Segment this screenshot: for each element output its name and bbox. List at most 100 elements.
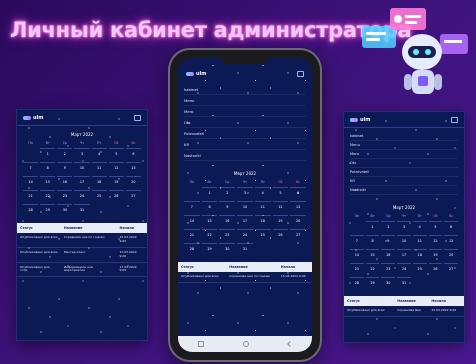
menu-item[interactable]: Kfl [350,177,458,186]
calendar-day[interactable]: 8 [365,235,380,246]
calendar-day[interactable]: 1 [40,148,56,159]
calendar-day[interactable]: 8 [201,201,218,212]
calendar-day[interactable]: 18 [254,215,271,226]
calendar-day[interactable]: 19 [272,215,289,226]
calendar-day[interactable]: 27 [290,229,306,240]
calendar-day[interactable]: 14 [23,176,39,187]
calendar-day[interactable]: 14 [350,249,364,260]
calendar-day[interactable]: 6 [444,221,458,232]
back-icon[interactable] [287,341,294,347]
column-header[interactable]: Название [394,296,429,306]
calendar-day[interactable]: 22 [365,263,380,274]
menu-icon[interactable] [134,114,141,121]
calendar-day[interactable]: 15 [201,215,218,226]
calendar-day[interactable]: 20 [444,249,458,260]
calendar-day[interactable]: 31 [397,277,411,288]
calendar-day[interactable]: 20 [290,215,306,226]
table-row[interactable]: Опубликовано для всех Мастер-класс 17.03.2… [17,247,147,263]
calendar-day[interactable]: 25 [254,229,271,240]
menu-icon[interactable] [451,116,458,123]
calendar-day[interactable]: 26 [108,190,124,201]
calendar-day[interactable]: 15 [40,176,56,187]
calendar-day[interactable]: 26 [272,229,289,240]
menu-item[interactable]: Otz [350,159,458,168]
column-header[interactable]: Начало [277,262,312,272]
menu-item[interactable]: kabinet [184,84,306,95]
calendar-day[interactable]: 1 [365,221,380,232]
calendar-day[interactable]: 29 [40,204,56,215]
calendar-day[interactable]: 2 [219,187,236,198]
calendar-day[interactable]: 10 [237,201,253,212]
calendar-day[interactable]: 15 [365,249,380,260]
menu-item[interactable]: Nastroiki [184,150,306,161]
column-header[interactable]: Статус [344,296,395,306]
calendar-day[interactable]: 11 [254,201,271,212]
calendar-day[interactable]: 28 [23,204,39,215]
calendar-day[interactable]: 26 [428,263,443,274]
calendar-day[interactable]: 9 [381,235,396,246]
calendar-day[interactable]: 18 [412,249,427,260]
calendar-day[interactable]: 19 [428,249,443,260]
menu-item[interactable]: Nastroiki [350,186,458,195]
calendar-day[interactable]: 10 [74,162,90,173]
calendar-day[interactable]: 20 [125,176,141,187]
calendar-day[interactable]: 27 [125,190,141,201]
calendar-day[interactable]: 17 [74,176,90,187]
calendar-day[interactable]: 23 [57,190,73,201]
calendar-day[interactable]: 24 [397,263,411,274]
table-row[interactable]: Опубликовано для всех Соревнова ние по го… [178,272,312,283]
calendar-day[interactable]: 10 [397,235,411,246]
calendar-day[interactable]: 2 [57,148,73,159]
calendar-day[interactable]: 4 [91,148,107,159]
brand-logo[interactable]: ulm [350,117,370,123]
calendar-day[interactable]: 19 [108,176,124,187]
calendar-day[interactable]: 2 [381,221,396,232]
home-icon[interactable] [242,341,249,347]
menu-item[interactable]: Polzovateli [184,128,306,139]
calendar-day[interactable]: 7 [184,201,200,212]
calendar-day[interactable]: 21 [184,229,200,240]
calendar-day[interactable]: 12 [108,162,124,173]
calendar-day[interactable]: 21 [23,190,39,201]
menu-item[interactable]: kabinet [350,132,458,141]
table-row[interactable]: Опубликовано для всех Соревнова ние 15.03.… [344,306,464,317]
calendar-day[interactable]: 16 [219,215,236,226]
menu-item[interactable]: Menu [184,95,306,106]
calendar-day[interactable]: 24 [74,190,90,201]
calendar-day[interactable]: 11 [91,162,107,173]
column-header[interactable]: Название [60,223,117,233]
calendar-day[interactable]: 14 [184,215,200,226]
calendar-day[interactable]: 7 [23,162,39,173]
table-row[interactable]: Опубликовано для сотр. Информацион ное ме… [17,262,147,278]
calendar-day[interactable]: 30 [381,277,396,288]
menu-item[interactable]: Mero [184,106,306,117]
calendar-day[interactable]: 3 [74,148,90,159]
calendar-day[interactable]: 25 [91,190,107,201]
calendar-day[interactable]: 5 [272,187,289,198]
calendar-day[interactable]: 29 [365,277,380,288]
calendar-day[interactable]: 6 [290,187,306,198]
calendar-day[interactable]: 13 [125,162,141,173]
calendar-day[interactable]: 16 [381,249,396,260]
calendar-day[interactable]: 1 [201,187,218,198]
calendar-day[interactable]: 9 [57,162,73,173]
calendar-day[interactable]: 30 [57,204,73,215]
table-row[interactable]: Опубликовано для всех Соревнова ние по го… [17,233,147,248]
calendar-day[interactable]: 9 [219,201,236,212]
calendar-day[interactable]: 24 [237,229,253,240]
calendar-day[interactable]: 11 [412,235,427,246]
menu-item[interactable]: Otz [184,117,306,128]
calendar-day[interactable]: 17 [397,249,411,260]
calendar-day[interactable]: 25 [412,263,427,274]
calendar-day[interactable]: 8 [40,162,56,173]
calendar-day[interactable]: 22 [40,190,56,201]
calendar-day[interactable]: 27 [444,263,458,274]
menu-item[interactable]: Mero [350,150,458,159]
calendar-day[interactable]: 3 [237,187,253,198]
menu-item[interactable]: Menu [350,141,458,150]
calendar-day[interactable]: 7 [350,235,364,246]
menu-item[interactable]: Kfl [184,139,306,150]
calendar-day[interactable]: 31 [237,243,253,254]
calendar-day[interactable]: 22 [201,229,218,240]
column-header[interactable]: Статус [17,223,61,233]
